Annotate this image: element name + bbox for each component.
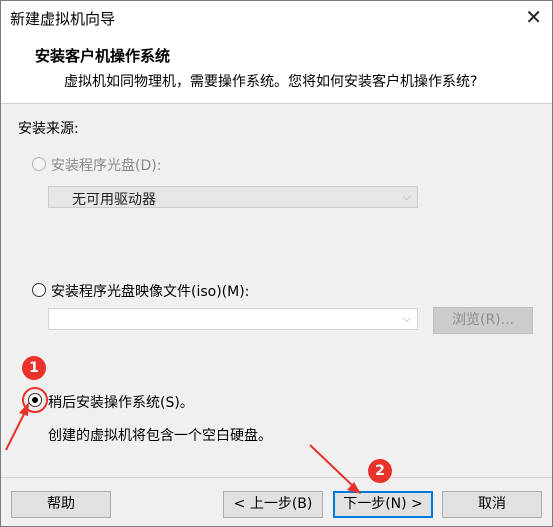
annotation-badge-1: 1 — [22, 356, 46, 380]
annotation-arrows — [5, 402, 361, 494]
annotation-badge-2: 2 — [368, 459, 392, 483]
annotation-arrow-1 — [5, 409, 27, 451]
annotation-arrowhead-1 — [19, 402, 29, 416]
annotation-arrow-2 — [309, 444, 355, 488]
annotation-arrowhead-2 — [347, 482, 361, 494]
